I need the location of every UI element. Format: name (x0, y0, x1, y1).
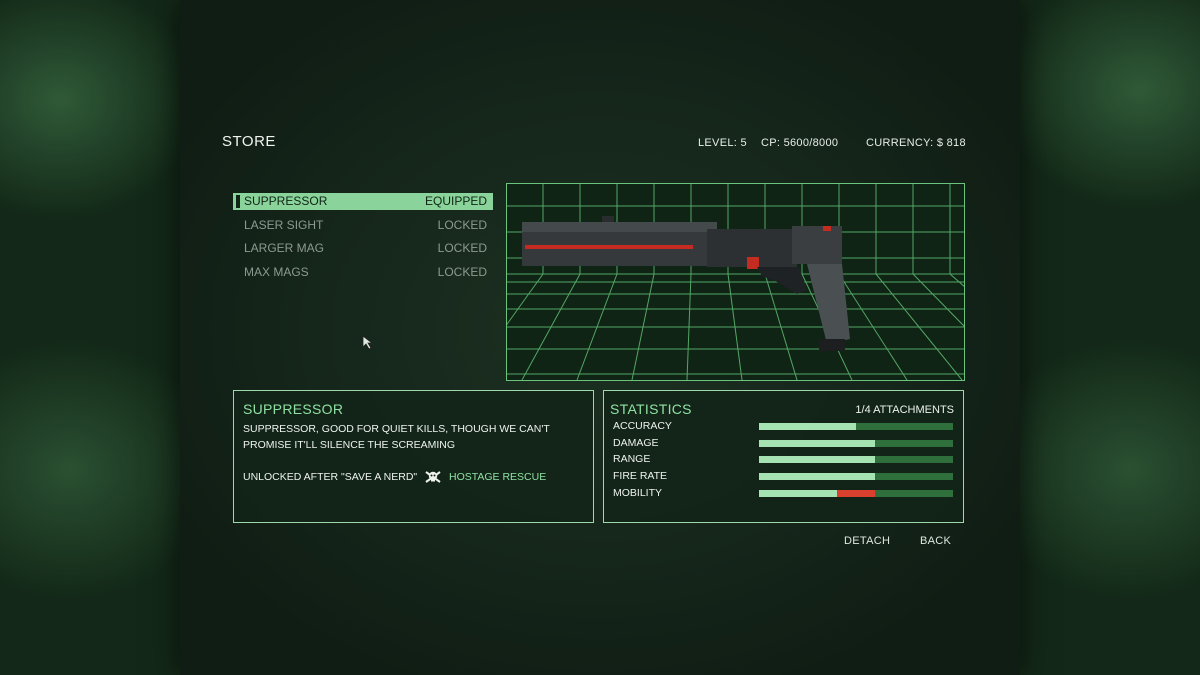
page-title: STORE (222, 133, 276, 150)
attachment-name: MAX MAGS (244, 264, 309, 279)
stat-bar-fill (759, 473, 876, 480)
stat-row-mobility: MOBILITY (613, 487, 958, 501)
unlock-prefix: UNLOCKED AFTER "SAVE A NERD" (243, 470, 418, 483)
attachments-count: 1/4 ATTACHMENTS (855, 404, 954, 416)
stat-row-fire-rate: FIRE RATE (613, 470, 958, 484)
stat-bar-fill (759, 423, 856, 430)
back-button[interactable]: BACK (920, 535, 951, 547)
stat-bar (759, 440, 953, 447)
attachment-status: LOCKED (437, 217, 487, 232)
stat-label: ACCURACY (613, 420, 672, 432)
stat-bar (759, 456, 953, 463)
attachment-status: EQUIPPED (424, 194, 487, 208)
stat-bar (759, 423, 953, 430)
stat-row-damage: DAMAGE (613, 437, 958, 451)
skull-crossbones-icon (425, 471, 441, 483)
detach-button[interactable]: DETACH (844, 535, 890, 547)
attachment-list: SUPPRESSOR EQUIPPED LASER SIGHT LOCKED L… (233, 193, 493, 287)
attachment-name: LARGER MAG (244, 241, 325, 255)
stat-label: RANGE (613, 453, 651, 465)
weapon-preview[interactable] (506, 183, 965, 381)
attachment-item-larger-mag[interactable]: LARGER MAG LOCKED (233, 240, 493, 257)
stat-bar-fill (759, 456, 876, 463)
stat-label: MOBILITY (613, 487, 663, 499)
attachment-status: LOCKED (437, 264, 487, 279)
stat-row-range: RANGE (613, 453, 958, 467)
attachment-item-suppressor[interactable]: SUPPRESSOR EQUIPPED (233, 193, 493, 210)
stat-bar (759, 490, 953, 497)
attachment-name: SUPPRESSOR (244, 194, 328, 208)
attachment-name: LASER SIGHT (244, 217, 324, 232)
stat-bar-fill (759, 490, 837, 497)
stat-bar-penalty (836, 490, 876, 497)
attachment-item-laser-sight[interactable]: LASER SIGHT LOCKED (233, 217, 493, 234)
description-text: SUPPRESSOR, GOOD FOR QUIET KILLS, THOUGH… (243, 423, 550, 451)
weapon-preview-grid (507, 184, 964, 380)
pistol-model (522, 216, 850, 351)
level-readout: LEVEL: 5 (698, 137, 747, 149)
attachment-status: LOCKED (437, 241, 487, 255)
description-panel: SUPPRESSOR SUPPRESSOR, GOOD FOR QUIET KI… (233, 390, 594, 523)
statistics-panel: STATISTICS 1/4 ATTACHMENTS ACCURACY DAMA… (603, 390, 964, 523)
statistics-title: STATISTICS (610, 401, 692, 417)
stat-label: DAMAGE (613, 437, 659, 449)
unlock-requirement: UNLOCKED AFTER "SAVE A NERD" HOSTAGE RES… (243, 470, 546, 484)
description-title: SUPPRESSOR (243, 401, 344, 417)
attachment-item-max-mags[interactable]: MAX MAGS LOCKED (233, 264, 493, 281)
stat-bar-fill (759, 440, 876, 447)
stat-label: FIRE RATE (613, 470, 668, 482)
stat-row-accuracy: ACCURACY (613, 420, 958, 434)
cp-readout: CP: 5600/8000 (761, 137, 839, 149)
stat-bar (759, 473, 953, 480)
mouse-cursor-icon (362, 335, 374, 350)
currency-readout: CURRENCY: $ 818 (866, 137, 966, 149)
unlock-mission: HOSTAGE RESCUE (448, 470, 547, 483)
